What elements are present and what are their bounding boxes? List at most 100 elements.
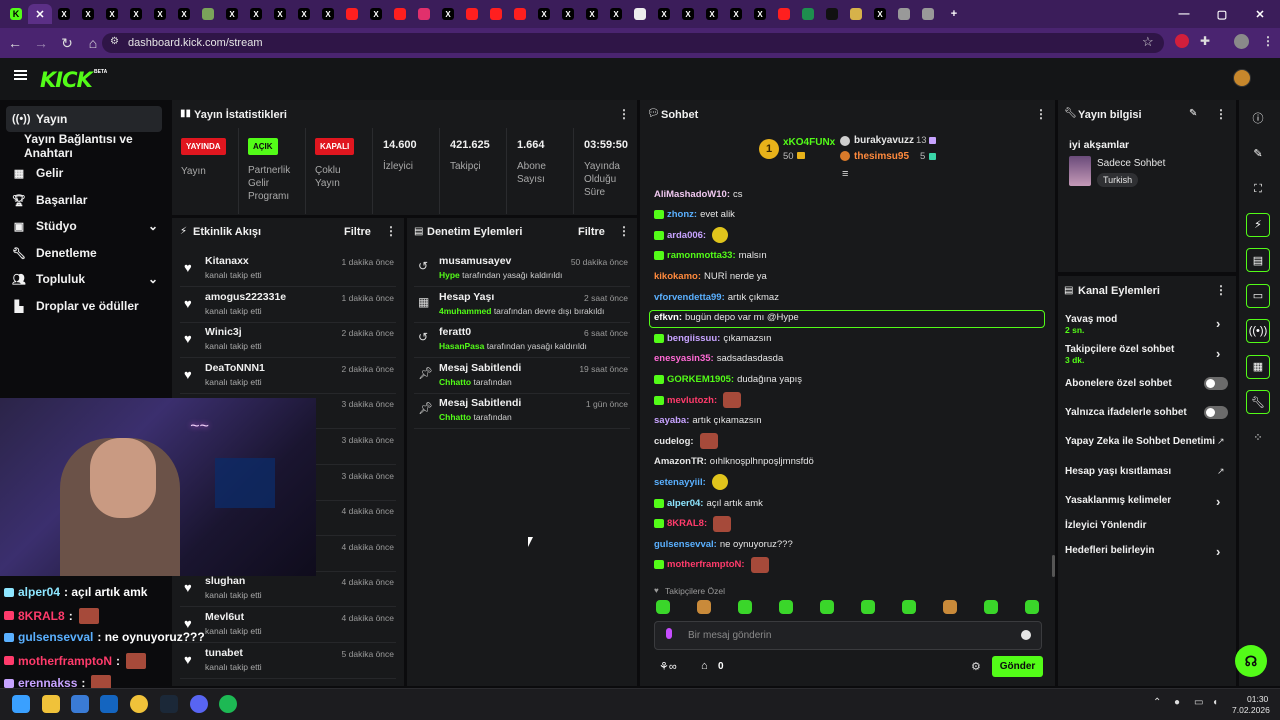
chat-username[interactable]: efkvn: [654,312,682,323]
reload-icon[interactable]: ↻ [55,31,79,55]
chat-menu-icon[interactable]: ⋮ [1035,107,1047,121]
chat-message[interactable]: AliMashadoW10: cs [654,186,743,202]
spotify-icon[interactable] [219,695,237,713]
browser-tab[interactable] [484,4,508,24]
activity-row[interactable]: ♥ tunabet kanalı takip etti 5 dakika önce [180,643,396,679]
minimize-icon[interactable]: — [1172,4,1196,24]
browser-tab[interactable] [340,4,364,24]
activity-menu-icon[interactable]: ⋮ [385,224,397,238]
extension-icon[interactable] [1175,34,1189,48]
chevron-right-icon[interactable]: › [1216,316,1220,331]
tray-chevron-icon[interactable]: ⌃ [1153,697,1161,708]
browser-tab[interactable] [388,4,412,24]
chat-username[interactable]: ramonmotta33: [667,250,736,261]
chat-message[interactable]: kikokamo: NURİ nerde ya [654,268,767,284]
window-close-icon[interactable]: ✕ [1248,4,1272,24]
chat-username[interactable]: vforvendetta99: [654,292,725,303]
browser-tab[interactable]: X [580,4,604,24]
browser-tab[interactable]: X [868,4,892,24]
pencil-icon[interactable]: ✎ [1246,142,1270,166]
chat-username[interactable]: motherframptoN: [667,559,745,570]
browser-tab[interactable]: X [244,4,268,24]
hamburger-menu-icon[interactable] [14,70,27,80]
emote-shortcut-icon[interactable] [1025,600,1039,614]
activity-row[interactable]: ♥ slughan kanalı takip etti 4 dakika önce [180,571,396,608]
sidebar-item-basarilar[interactable]: 🏆︎ Başarılar [8,187,162,213]
emote-shortcut-icon[interactable] [738,600,752,614]
store-app-icon[interactable] [71,695,89,713]
chat-message[interactable]: gulsensevval: ne oynuyoruz??? [654,536,793,552]
new-tab-button[interactable]: + [942,4,966,24]
apps-icon[interactable]: ⁘ [1246,426,1270,450]
edit-pencil-icon[interactable]: ✎ [1189,108,1197,119]
browser-tab[interactable] [916,4,940,24]
moderation-row[interactable]: ↺ feratt0 HasanPasa tarafından yasağı kald… [414,322,630,359]
collapse-leaderboard-icon[interactable]: ≡ [842,168,848,180]
profile-avatar[interactable] [1234,34,1249,49]
external-link-icon[interactable]: ↗ [1217,436,1225,447]
fullscreen-icon[interactable]: ⛶ [1246,177,1270,201]
emote-shortcut-icon[interactable] [861,600,875,614]
browser-tab[interactable]: X [556,4,580,24]
sidebar-item-topluluk[interactable]: 👥︎ Topluluk ⌄ [8,266,162,292]
chat-username[interactable]: gulsensevval: [654,539,717,550]
tab-icon[interactable]: K [4,4,28,24]
browser-tab[interactable]: X [100,4,124,24]
mic-tray-icon[interactable]: ● [1174,697,1180,708]
gifter-name[interactable]: thesimsu95 [854,151,909,162]
chat-username[interactable]: GORKEM1905: [667,374,734,385]
user-avatar[interactable] [1233,69,1251,87]
maximize-icon[interactable]: ▢ [1210,4,1234,24]
browser-tab[interactable]: X [748,4,772,24]
chat-username[interactable]: enesyasin35: [654,353,714,364]
chat-message[interactable]: sayaba: artık çıkamazsın [654,413,762,429]
browser-tab[interactable] [628,4,652,24]
info-icon[interactable]: ⓘ [1246,106,1270,130]
chat-message[interactable]: alper04: açıl artık amk [654,495,763,511]
chat-message[interactable]: zhonz: evet alik [654,207,735,223]
chat-message[interactable]: cudelog: [654,433,718,450]
chat-username[interactable]: alper04: [667,498,703,509]
browser-tab[interactable]: X [700,4,724,24]
browser-tab[interactable]: X [76,4,100,24]
browser-tab[interactable] [412,4,436,24]
channel-action-item[interactable]: Yasaklanmış kelimeler [1065,495,1230,506]
chat-username[interactable]: arda006: [667,230,706,241]
channel-actions-menu-icon[interactable]: ⋮ [1215,283,1227,297]
stats-menu-icon[interactable]: ⋮ [618,107,630,121]
volume-icon[interactable]: ◖ [1212,697,1218,708]
store-icon[interactable]: ⌂ [701,660,708,672]
browser-tab[interactable]: X [532,4,556,24]
browser-menu-icon[interactable]: ⋮ [1262,34,1274,48]
channel-action-item[interactable]: Yavaş mod 2 sn. [1065,314,1230,335]
chat-settings-icon[interactable]: ⚙ [971,660,981,673]
wrench-icon[interactable]: 🔧︎ [1246,390,1270,414]
notes-icon[interactable]: ▤ [1246,248,1270,272]
chat-message[interactable]: ramonmotta33: malsın [654,248,767,264]
emote-shortcut-icon[interactable] [779,600,793,614]
emote-shortcut-icon[interactable] [984,600,998,614]
toggle-switch[interactable] [1204,406,1228,419]
browser-tab[interactable] [460,4,484,24]
sidebar-item-droplar[interactable]: ▙ Droplar ve ödüller [8,293,162,319]
moderation-row[interactable]: ▦ Hesap Yaşı 4muhammed tarafından devre dı… [414,287,630,323]
chevron-right-icon[interactable]: › [1216,346,1220,361]
emote-shortcut-icon[interactable] [943,600,957,614]
chat-username[interactable]: mevlutozh: [667,395,717,406]
browser-tab[interactable] [844,4,868,24]
top-gifter-name[interactable]: xKO4FUNx [783,137,835,148]
activity-row[interactable]: ♥ Winic3j kanalı takip etti 2 dakika önce [180,322,396,359]
browser-tab[interactable] [796,4,820,24]
activity-row[interactable]: ♥ amogus222331e kanalı takip etti 1 dakika … [180,287,396,323]
channel-action-item[interactable]: Yapay Zeka ile Sohbet Denetimi [1065,436,1230,447]
browser-tab[interactable]: X [652,4,676,24]
chevron-right-icon[interactable]: › [1216,494,1220,509]
windows-start-icon[interactable] [12,695,30,713]
chat-username[interactable]: AliMashadoW10: [654,189,730,200]
activity-row[interactable]: ♥ DeaToNNN1 kanalı takip etti 2 dakika önce [180,358,396,394]
url-field[interactable]: dashboard.kick.com/stream [102,33,1164,53]
mic-icon[interactable] [666,628,672,639]
activity-row[interactable]: ♥ Mevl6ut kanalı takip etti 4 dakika önce [180,607,396,643]
chat-bubble-icon[interactable]: ▭ [1246,283,1270,308]
chat-username[interactable]: AmazonTR: [654,456,707,467]
